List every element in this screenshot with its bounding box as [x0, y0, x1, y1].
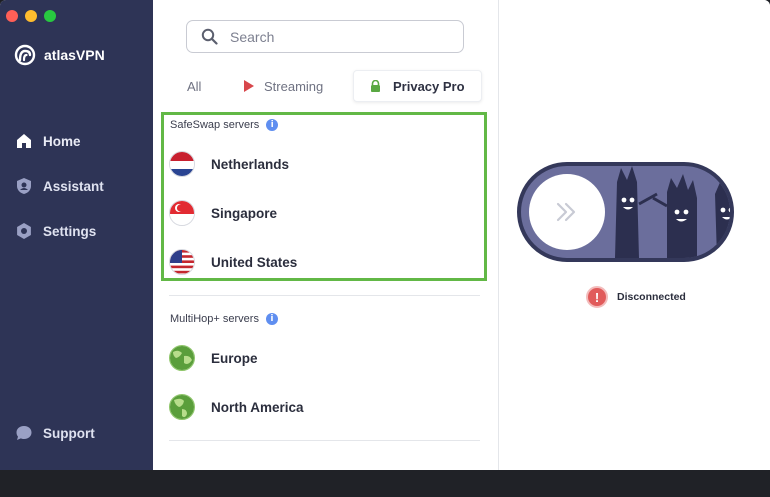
- globe-europe-icon: [169, 345, 195, 371]
- section-divider: [169, 295, 480, 296]
- toggle-knob[interactable]: [529, 174, 605, 250]
- sidebar-item-label: Settings: [43, 223, 97, 239]
- assistant-icon: [14, 176, 34, 196]
- connection-status: ! Disconnected: [586, 286, 686, 308]
- usa-flag-icon: [169, 249, 195, 275]
- play-icon: [244, 80, 254, 92]
- singapore-flag-icon: [169, 200, 195, 226]
- tab-all[interactable]: All: [187, 70, 201, 102]
- app-logo: atlasVPN: [14, 44, 105, 66]
- info-icon[interactable]: i: [265, 313, 278, 325]
- sidebar: atlasVPN Home Assistant Settings Support: [0, 0, 153, 470]
- app-name: atlasVPN: [44, 47, 105, 63]
- server-list-panel: All Streaming Privacy Pro SafeSwap serve…: [153, 0, 498, 470]
- sidebar-item-support[interactable]: Support: [14, 423, 95, 443]
- search-input[interactable]: [228, 27, 442, 46]
- connection-panel: ! Disconnected: [498, 0, 770, 470]
- minimize-window-button[interactable]: [25, 10, 37, 22]
- home-icon: [14, 131, 34, 151]
- atlas-logo-icon: [14, 44, 36, 66]
- server-name: Netherlands: [211, 156, 290, 172]
- globe-americas-icon: [169, 394, 195, 420]
- close-window-button[interactable]: [6, 10, 18, 22]
- tab-label: All: [187, 78, 202, 94]
- safeswap-section-title: SafeSwap servers i: [170, 119, 279, 131]
- section-divider: [169, 440, 480, 441]
- maximize-window-button[interactable]: [44, 10, 56, 22]
- multihop-section-title: MultiHop+ servers i: [170, 313, 278, 325]
- netherlands-flag-icon: [169, 151, 195, 177]
- server-row-singapore[interactable]: Singapore: [169, 200, 277, 226]
- tab-label: Streaming: [264, 78, 324, 94]
- search-icon: [201, 28, 218, 45]
- tab-privacy-pro[interactable]: Privacy Pro: [353, 70, 482, 102]
- info-icon[interactable]: i: [266, 119, 279, 131]
- warning-icon: !: [586, 286, 608, 308]
- app-window: atlasVPN Home Assistant Settings Support: [0, 0, 770, 470]
- gear-icon: [14, 221, 34, 241]
- section-title-text: SafeSwap servers: [170, 119, 260, 131]
- server-name: North America: [211, 399, 304, 415]
- server-row-netherlands[interactable]: Netherlands: [169, 151, 289, 177]
- connect-toggle[interactable]: [517, 162, 734, 262]
- sidebar-item-label: Assistant: [43, 178, 104, 194]
- tab-label: Privacy Pro: [393, 78, 465, 94]
- lock-icon: [371, 80, 380, 92]
- background-surface: [0, 470, 770, 497]
- status-text: Disconnected: [617, 291, 686, 303]
- server-row-north-america[interactable]: North America: [169, 394, 304, 420]
- server-name: United States: [211, 254, 298, 270]
- sidebar-item-label: Home: [43, 133, 81, 149]
- section-title-text: MultiHop+ servers: [170, 313, 259, 325]
- tab-streaming[interactable]: Streaming: [244, 70, 323, 102]
- sidebar-item-assistant[interactable]: Assistant: [14, 176, 104, 196]
- sidebar-item-settings[interactable]: Settings: [14, 221, 96, 241]
- search-box[interactable]: [186, 20, 464, 53]
- double-chevron-right-icon: [556, 202, 576, 222]
- server-name: Singapore: [211, 205, 278, 221]
- server-row-united-states[interactable]: United States: [169, 249, 297, 275]
- sidebar-item-label: Support: [43, 425, 95, 441]
- chat-bubble-icon: [14, 423, 34, 443]
- sidebar-item-home[interactable]: Home: [14, 131, 81, 151]
- server-row-europe[interactable]: Europe: [169, 345, 258, 371]
- server-name: Europe: [211, 350, 258, 366]
